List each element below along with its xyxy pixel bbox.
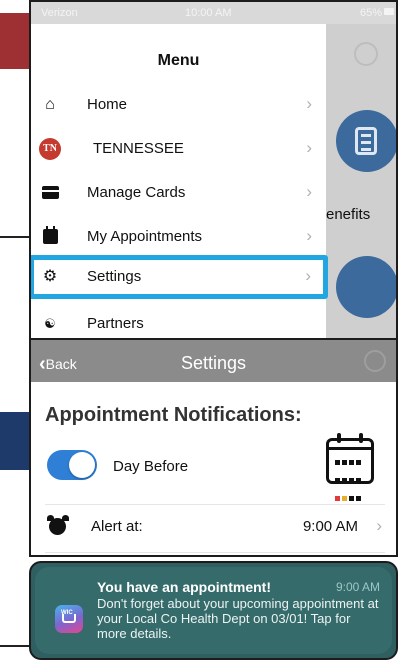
alert-at-label: Alert at: [91,518,143,535]
screenshot-composite: Verizon 10:00 AM 65% enefits Menu ⌂ Home… [0,0,399,660]
menu-item-label: Home [87,96,128,113]
menu-item-partners[interactable]: ☯ Partners [31,304,326,338]
alarm-clock-icon [47,514,69,536]
menu-item-label: Partners [87,315,144,332]
battery-icon [384,8,394,15]
divider [45,504,385,505]
alert-time-value[interactable]: 9:00 AM [303,518,358,535]
chevron-right-icon: › [376,516,382,535]
menu-item-tennessee[interactable]: TN TENNESSEE › [31,127,326,171]
cart-icon [62,614,76,623]
day-before-toggle[interactable] [47,450,97,480]
calendar-icon [43,226,58,244]
background-gear-icon [354,42,378,66]
carrier-label: Verizon [41,7,78,19]
chevron-right-icon: › [306,94,312,113]
menu-title: Menu [157,52,200,69]
chevron-right-icon: › [305,266,311,285]
chevron-right-icon: › [306,138,312,157]
notification-card: WIC You have an appointment! 9:00 AM Don… [35,567,392,654]
day-before-label: Day Before [113,458,189,475]
menu-item-label: Manage Cards [87,184,186,201]
menu-item-settings[interactable]: ⚙ Settings › [31,255,328,299]
toggle-knob [69,452,95,478]
benefits-icon [336,110,396,172]
red-accent-tab [0,13,30,69]
menu-item-my-appointments[interactable]: My Appointments › [31,215,326,259]
background-gear-icon [364,350,386,372]
notification-banner[interactable]: WIC You have an appointment! 9:00 AM Don… [29,561,398,660]
menu-item-label: My Appointments [87,228,203,245]
side-menu: Menu ⌂ Home › TN TENNESSEE › Manage Card… [31,24,328,338]
settings-screen: ‹Back Settings Appointment Notifications… [29,338,398,557]
chevron-right-icon: › [306,182,312,201]
home-icon: ⌂ [45,96,55,113]
background-screen: enefits [326,24,396,338]
section-heading: Appointment Notifications: [45,404,302,426]
handshake-icon: ☯ [44,316,56,331]
chevron-right-icon: › [306,226,312,245]
gear-icon: ⚙ [42,268,58,285]
menu-item-label: TENNESSEE [93,140,184,157]
notification-body: Don't forget about your upcoming appoint… [97,596,379,641]
calendar-icon [326,433,374,501]
credit-card-icon [42,186,59,199]
status-bar: Verizon 10:00 AM 65% [31,2,396,24]
tennessee-badge-icon: TN [39,138,61,160]
menu-item-home[interactable]: ⌂ Home › [31,83,326,127]
benefits-partial-label: enefits [326,206,371,223]
notification-time: 9:00 AM [335,580,380,594]
background-basket-icon [336,256,396,318]
clock-label: 10:00 AM [185,7,232,19]
menu-item-manage-cards[interactable]: Manage Cards › [31,171,326,215]
page-title: Settings [180,353,247,373]
navy-accent-tab [0,412,30,470]
menu-screen: Verizon 10:00 AM 65% enefits Menu ⌂ Home… [29,0,398,340]
battery-label: 65% [360,7,394,19]
document-icon [355,127,377,155]
menu-item-label: Settings [87,268,142,285]
callout-line-bottom [0,645,30,647]
wic-app-icon: WIC [55,605,83,633]
divider [45,552,385,553]
callout-line-top [0,236,30,238]
navigation-bar: ‹Back Settings [31,340,396,382]
notification-title: You have an appointment! [97,579,271,595]
